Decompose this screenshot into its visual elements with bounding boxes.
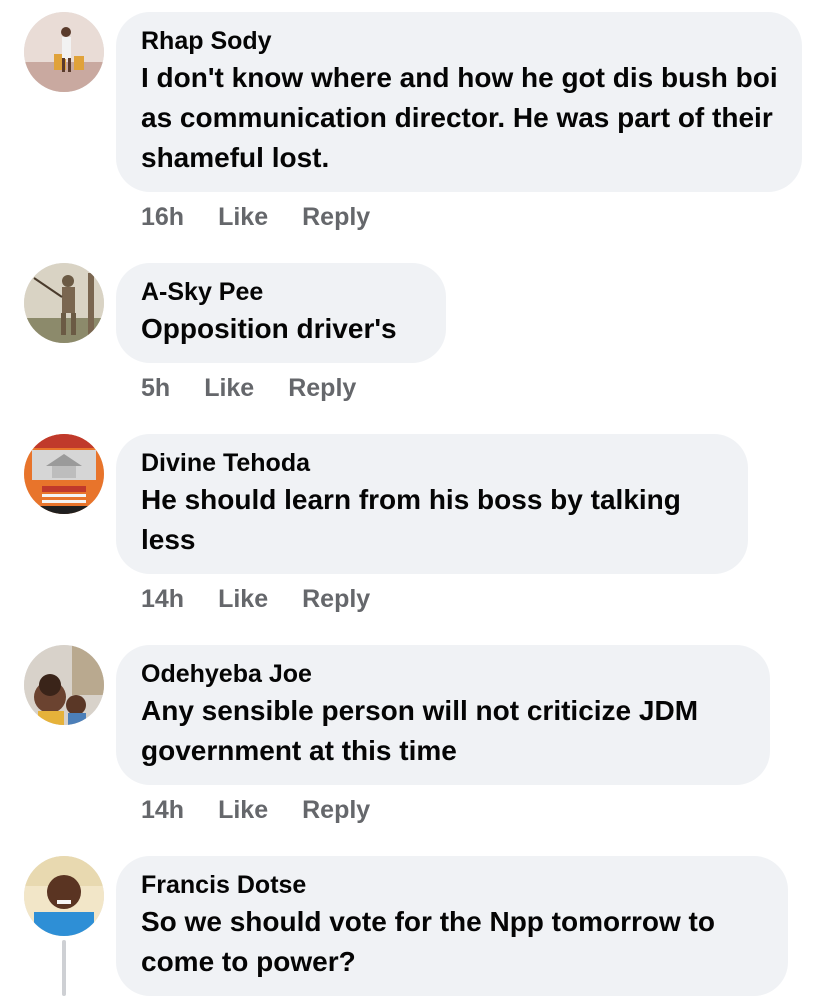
comment-text: He should learn from his boss by talking…: [141, 484, 681, 555]
children-photo-avatar: [24, 645, 104, 725]
comment-timestamp[interactable]: 5h: [141, 374, 170, 403]
warrior-statue-avatar: [24, 263, 104, 343]
reply-button[interactable]: Reply: [302, 585, 370, 614]
comment-text: I don't know where and how he got dis bu…: [141, 62, 778, 173]
comment-actions: 14h Like Reply: [141, 585, 370, 614]
person-carrying-water-avatar: [24, 12, 104, 92]
comment-bubble: Rhap Sody I don't know where and how he …: [116, 12, 802, 192]
reply-button[interactable]: Reply: [288, 374, 356, 403]
like-button[interactable]: Like: [204, 374, 254, 403]
comment-author[interactable]: Rhap Sody: [141, 26, 778, 56]
man-selfie-avatar: [24, 856, 104, 936]
comment-actions: 5h Like Reply: [141, 374, 356, 403]
construction-flyer-avatar: [24, 434, 104, 514]
like-button[interactable]: Like: [218, 796, 268, 825]
comment-text: Any sensible person will not criticize J…: [141, 695, 699, 766]
comment-bubble: Divine Tehoda He should learn from his b…: [116, 434, 748, 574]
comment-author[interactable]: Odehyeba Joe: [141, 659, 746, 689]
reply-button[interactable]: Reply: [302, 796, 370, 825]
comment-timestamp[interactable]: 16h: [141, 203, 184, 232]
avatar[interactable]: [24, 645, 104, 725]
comment-author[interactable]: A-Sky Pee: [141, 277, 422, 307]
comment-bubble: Francis Dotse So we should vote for the …: [116, 856, 788, 996]
comment-author[interactable]: Divine Tehoda: [141, 448, 724, 478]
avatar[interactable]: [24, 263, 104, 343]
reply-thread-line: [62, 940, 66, 996]
avatar[interactable]: [24, 12, 104, 92]
avatar[interactable]: [24, 434, 104, 514]
comment-actions: 14h Like Reply: [141, 796, 370, 825]
comment-text: Opposition driver's: [141, 313, 397, 344]
comment-timestamp[interactable]: 14h: [141, 796, 184, 825]
reply-button[interactable]: Reply: [302, 203, 370, 232]
comment-bubble: A-Sky Pee Opposition driver's: [116, 263, 446, 363]
comment-timestamp[interactable]: 14h: [141, 585, 184, 614]
comment-actions: 16h Like Reply: [141, 203, 370, 232]
avatar[interactable]: [24, 856, 104, 936]
like-button[interactable]: Like: [218, 585, 268, 614]
like-button[interactable]: Like: [218, 203, 268, 232]
comment-author[interactable]: Francis Dotse: [141, 870, 764, 900]
comment-bubble: Odehyeba Joe Any sensible person will no…: [116, 645, 770, 785]
comment-text: So we should vote for the Npp tomorrow t…: [141, 906, 715, 977]
